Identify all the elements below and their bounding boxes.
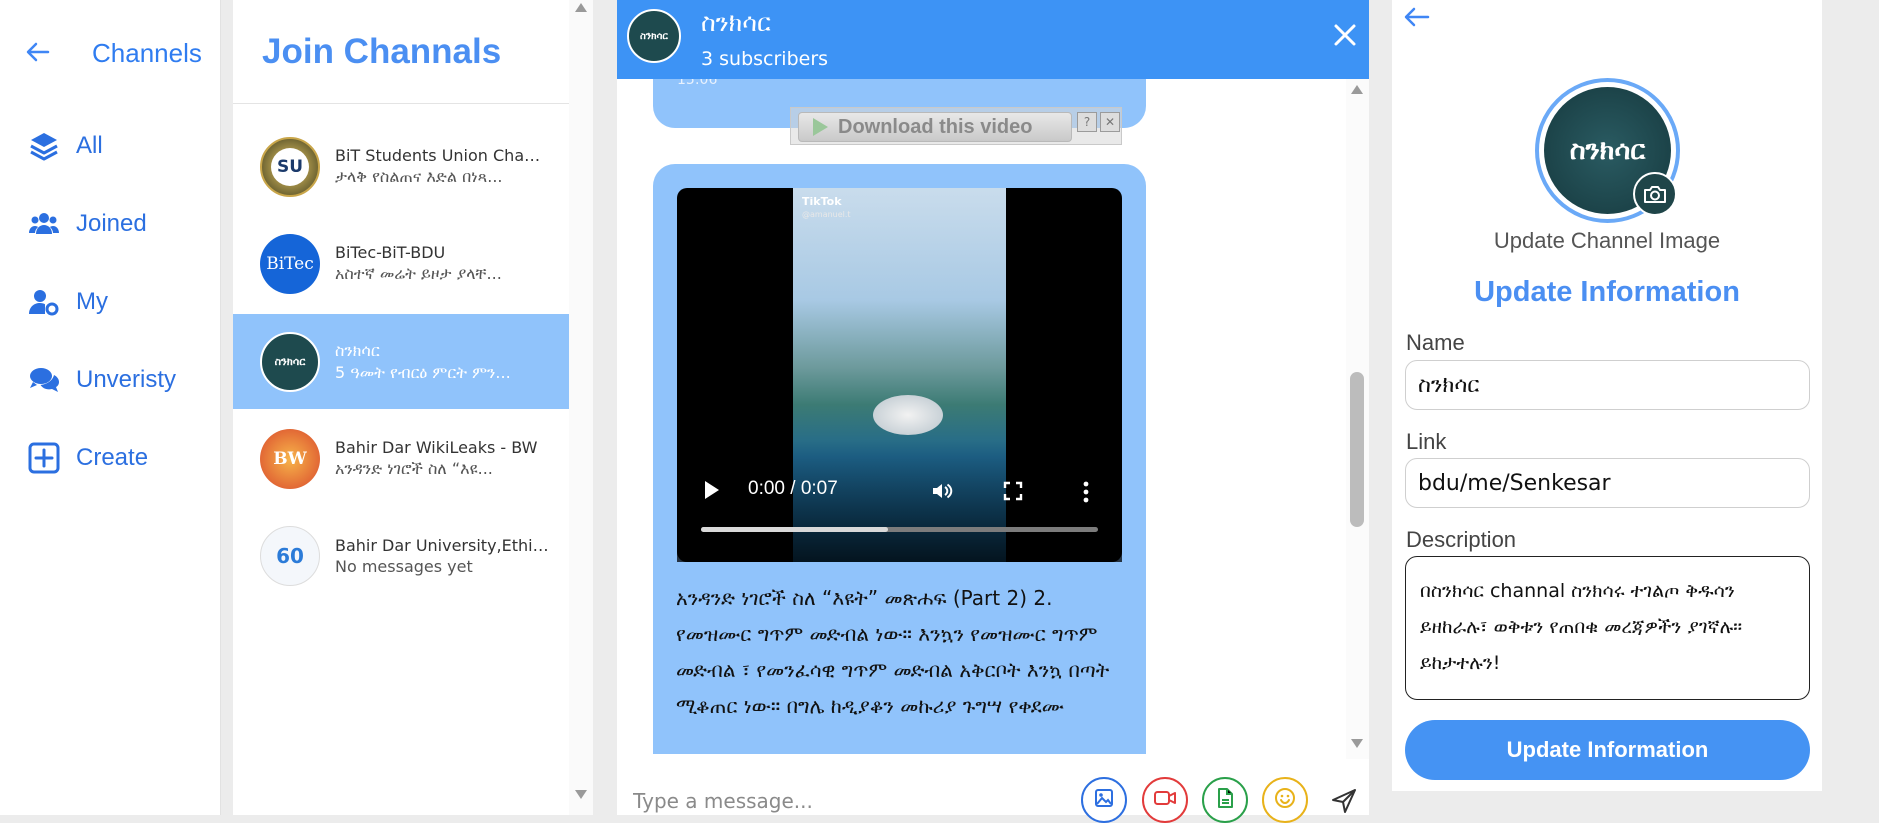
download-help-button[interactable]: ? [1077, 112, 1097, 132]
panel-title: Update Information [1474, 276, 1740, 308]
video-controls-shade [677, 440, 1122, 562]
nav-item-label: Joined [76, 210, 147, 237]
nav-item-joined[interactable]: Joined [28, 206, 147, 242]
avatar-text: BiTec [266, 253, 314, 274]
users-icon [28, 208, 60, 240]
attach-file-button[interactable] [1202, 777, 1248, 823]
download-video-button[interactable]: Download this video [798, 112, 1072, 142]
description-field[interactable]: በስንክሳር channal ስንክሳሩ ተገልጦ ቅዱሳን ይዘከራሉ፣ ወቅ… [1405, 556, 1810, 700]
scroll-up-icon[interactable] [575, 3, 587, 12]
avatar-text: BW [273, 448, 307, 469]
download-close-button[interactable]: ✕ [1100, 112, 1120, 132]
chat-channel-name: ስንክሳር [701, 8, 771, 37]
message-text: አንዳንድ ነገሮች ስለ “እዩት” መጽሐፍ (Part 2) 2. የመዝ… [676, 586, 1110, 718]
nav-item-label: All [76, 132, 103, 159]
channel-name: BiT Students Union Channel [335, 146, 550, 165]
chat-subscriber-count: 3 subscribers [701, 48, 829, 70]
channel-row[interactable]: 60 Bahir Dar University,Ethiopia No mess… [233, 508, 569, 603]
channel-name: Bahir Dar WikiLeaks - BW [335, 438, 538, 457]
message-input[interactable] [633, 787, 1053, 815]
channel-preview: 5 ዓመት የብርዕ ምርት ምን... [335, 362, 511, 382]
video-brand: TikTok [802, 195, 842, 208]
emoji-button[interactable] [1262, 777, 1308, 823]
nav-item-my[interactable]: My [28, 284, 108, 320]
channel-list-scrollbar[interactable] [569, 0, 593, 815]
avatar-text: SU [271, 147, 309, 186]
channel-name: BiTec-BiT-BDU [335, 243, 446, 262]
channel-avatar: BiTec [260, 233, 320, 294]
download-label: Download this video [838, 115, 1033, 138]
avatar-text: ስንክሳር [274, 354, 306, 368]
avatar-text: ስንክሳር [640, 30, 668, 42]
play-icon [813, 118, 828, 136]
play-icon[interactable] [705, 481, 719, 499]
layers-icon [28, 130, 60, 162]
channel-row-active[interactable]: ስንክሳር ስንክሳር 5 ዓመት የብርዕ ምርት ምን... [233, 314, 569, 409]
attach-video-button[interactable] [1142, 777, 1188, 823]
scroll-up-icon[interactable] [1351, 85, 1363, 94]
camera-icon[interactable] [1633, 172, 1677, 216]
channel-name: ስንክሳር [335, 340, 380, 360]
nav-item-create[interactable]: Create [28, 440, 148, 476]
channel-preview: ታላቅ የስልጠና እድል በነጻ... [335, 167, 503, 186]
channel-preview: አንዳንድ ነገሮች ስለ “እዩ... [335, 459, 493, 478]
nav-title: Channels [92, 38, 202, 68]
nav-item-unveristy[interactable]: Unveristy [28, 362, 176, 398]
scroll-down-icon[interactable] [575, 790, 587, 799]
update-image-label: Update Channel Image [1493, 228, 1721, 253]
nav-item-all[interactable]: All [28, 128, 103, 164]
divider [233, 103, 569, 104]
back-arrow-icon[interactable] [1403, 4, 1431, 30]
channel-row[interactable]: BiTec BiTec-BiT-BDU አስተኛ መሬት ይዞታ ያላቸ... [233, 216, 569, 311]
plus-square-icon [28, 442, 60, 474]
fullscreen-icon[interactable] [1003, 481, 1023, 501]
attach-image-button[interactable] [1081, 777, 1127, 823]
channel-preview: No messages yet [335, 556, 473, 576]
more-options-icon[interactable] [1080, 480, 1092, 504]
nav-item-label: Create [76, 444, 149, 471]
avatar-text: 60 [276, 543, 304, 568]
channel-row[interactable]: SU BiT Students Union Channel ታላቅ የስልጠና … [233, 119, 569, 214]
name-field[interactable] [1405, 360, 1810, 410]
video-seek-progress [701, 527, 888, 532]
video-scene-shape [873, 395, 943, 435]
channel-avatar: BW [260, 428, 320, 489]
channel-avatar: SU [260, 136, 320, 197]
link-field[interactable] [1405, 458, 1810, 508]
back-arrow-icon[interactable] [24, 38, 52, 66]
emoji-icon [1274, 787, 1296, 813]
scroll-down-icon[interactable] [1351, 739, 1363, 748]
file-icon [1215, 787, 1235, 813]
channel-preview: አስተኛ መሬት ይዞታ ያላቸ... [335, 264, 502, 283]
channel-row[interactable]: BW Bahir Dar WikiLeaks - BW አንዳንድ ነገሮች ስ… [233, 411, 569, 506]
chat-scrollbar-thumb[interactable] [1350, 372, 1364, 527]
channel-name: Bahir Dar University,Ethiopia [335, 535, 550, 555]
image-icon [1093, 787, 1115, 813]
description-label: Description [1406, 527, 1517, 552]
nav-item-label: Unveristy [76, 366, 177, 393]
link-label: Link [1406, 429, 1447, 454]
channel-avatar: ስንክሳር [260, 331, 320, 392]
channel-avatar: 60 [260, 525, 320, 586]
update-information-button[interactable]: Update Information [1405, 720, 1810, 780]
video-user: @amanuel.t [802, 210, 851, 219]
name-label: Name [1406, 330, 1465, 355]
video-time: 0:00 / 0:07 [748, 478, 838, 499]
nav-item-label: My [76, 288, 108, 315]
channel-list-title: Join Channals [262, 32, 502, 71]
close-icon[interactable] [1332, 22, 1358, 48]
user-gear-icon [28, 286, 60, 318]
volume-icon[interactable] [930, 479, 954, 503]
send-icon[interactable] [1331, 788, 1357, 814]
avatar-text: ስንክሳር [1569, 134, 1646, 166]
nav-sidebar [0, 0, 221, 815]
video-icon [1153, 787, 1177, 813]
chat-bubbles-icon [28, 364, 60, 396]
chat-avatar[interactable]: ስንክሳር [627, 9, 681, 63]
